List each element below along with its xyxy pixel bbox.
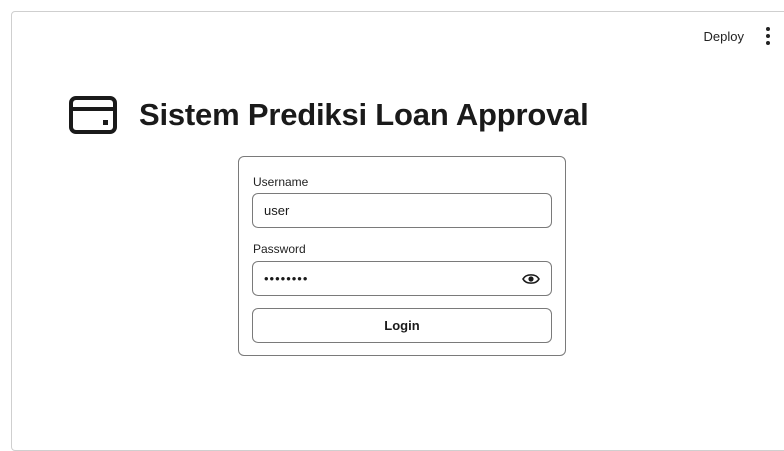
credit-card-icon (69, 96, 117, 134)
more-vertical-icon[interactable] (762, 26, 774, 46)
password-input[interactable]: •••••••• (252, 261, 552, 296)
deploy-button[interactable]: Deploy (704, 29, 744, 44)
page-title: Sistem Prediksi Loan Approval (139, 97, 589, 132)
top-toolbar: Deploy (704, 26, 774, 46)
username-input[interactable]: user (252, 193, 552, 228)
username-label: Username (253, 175, 309, 189)
password-value: •••••••• (264, 271, 309, 286)
password-label: Password (253, 242, 306, 256)
login-form: Username user Password •••••••• Login (238, 156, 566, 356)
login-button[interactable]: Login (252, 308, 552, 343)
eye-icon[interactable] (522, 272, 540, 286)
username-value: user (264, 203, 290, 218)
page-header: Sistem Prediksi Loan Approval (69, 95, 589, 135)
